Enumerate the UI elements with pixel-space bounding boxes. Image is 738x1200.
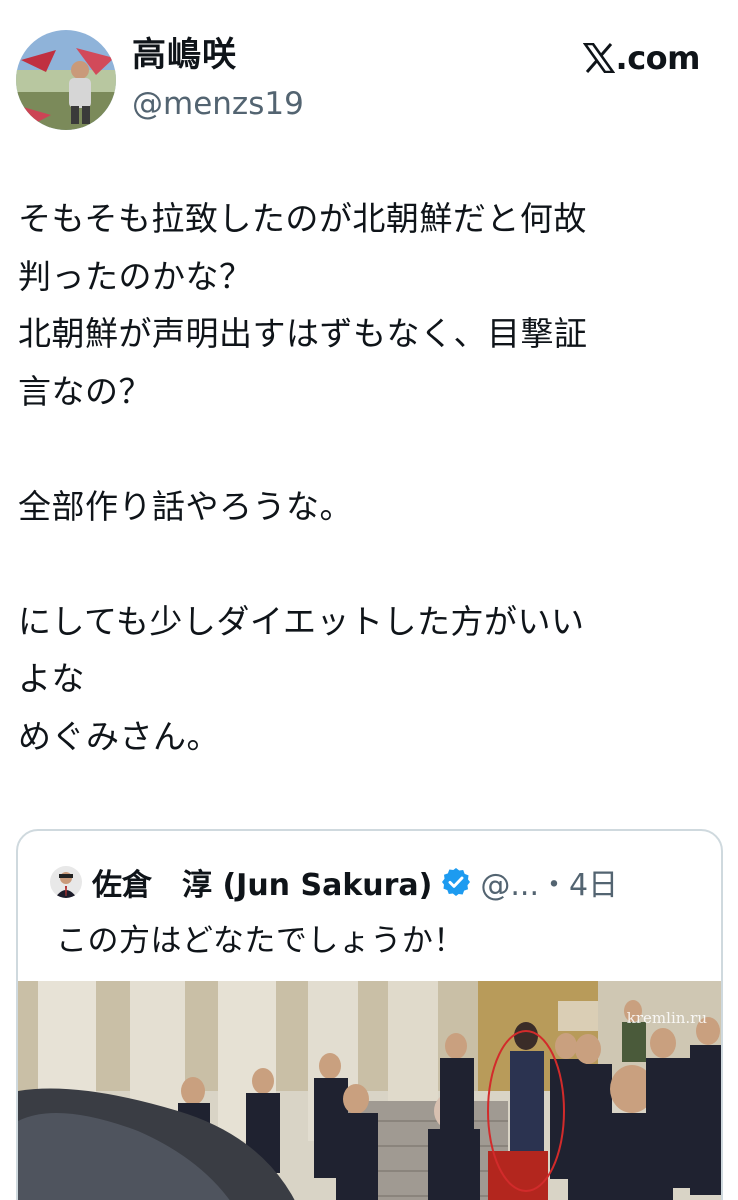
verified-badge-icon [442,868,471,896]
source-logo[interactable]: .com [582,38,701,78]
photo-watermark: kremlin.ru [626,1009,707,1027]
post-text: そもそも拉致したのが北朝鮮だと何故 判ったのかな？ 北朝鮮が声明出すはずもなく、… [18,199,588,756]
quoted-post-meta: @...・4日 [480,868,619,903]
quoted-post-photo[interactable]: kremlin.ru [18,981,721,1200]
author-avatar[interactable] [16,30,116,130]
group-photo [18,981,721,1200]
post-header: 高嶋咲 @menzs19 .com [0,0,738,150]
source-domain: .com [615,39,701,77]
x-logo-icon [582,43,615,73]
quoted-post[interactable]: 佐倉 淳 (Jun Sakura) @...・4日 この方はどなたでしょうか！ [16,829,723,1200]
author-display-name[interactable]: 高嶋咲 [132,34,237,76]
quoted-post-text: この方はどなたでしょうか！ [56,923,465,959]
quoted-author-name[interactable]: 佐倉 淳 (Jun Sakura) [92,860,432,904]
author-handle[interactable]: @menzs19 [132,84,304,124]
avatar-photo-icon [50,866,82,898]
quoted-author-avatar[interactable] [50,866,82,898]
avatar-photo-icon [16,30,116,130]
quoted-post-header: 佐倉 淳 (Jun Sakura) @...・4日 [50,861,618,903]
